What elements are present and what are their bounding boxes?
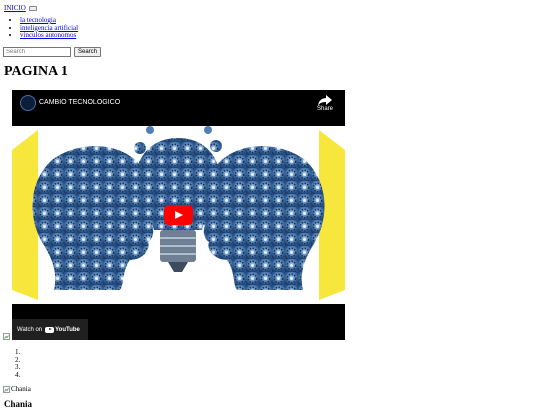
video-bottom-bar: Watch on YouTube <box>12 304 345 340</box>
navbar-brand-link[interactable]: INICIO <box>4 4 26 12</box>
share-label: Share <box>316 106 333 112</box>
navbar-toggle-button[interactable] <box>28 5 37 11</box>
page-title: PAGINA 1 <box>4 64 68 79</box>
carousel-indicators <box>12 349 22 379</box>
search-button[interactable]: Search <box>74 47 102 57</box>
youtube-video-embed[interactable]: CAMBIO TECNOLOGICO Share Watch on YouTub… <box>12 90 345 340</box>
nav-item-vinculos-autonomos: vinculos autonomos <box>20 31 78 40</box>
navbar: INICIO <box>4 3 37 13</box>
watch-on-youtube-button[interactable]: Watch on YouTube <box>12 319 88 340</box>
youtube-wordmark: YouTube <box>55 326 80 333</box>
search-form: Search <box>3 47 102 57</box>
video-title[interactable]: CAMBIO TECNOLOGICO <box>39 99 120 106</box>
nav-link-vinculos-autonomos[interactable]: vinculos autonomos <box>20 31 76 39</box>
youtube-icon <box>45 326 55 333</box>
nav-menu: la tecnologia inteligencia artificial vi… <box>10 16 78 40</box>
carousel-caption-heading: Chania <box>4 399 33 409</box>
search-input[interactable] <box>3 47 71 57</box>
watch-on-label: Watch on <box>17 326 43 333</box>
carousel-image-alt-text: Chania <box>11 385 31 393</box>
share-button[interactable]: Share <box>317 95 333 112</box>
broken-image-icon <box>3 385 10 393</box>
channel-avatar[interactable] <box>20 95 36 111</box>
broken-image-icon <box>3 333 10 340</box>
play-button[interactable] <box>164 205 193 225</box>
video-title-bar: CAMBIO TECNOLOGICO Share <box>12 90 345 126</box>
youtube-logo: YouTube <box>45 326 80 333</box>
share-icon <box>317 95 332 106</box>
carousel-image: Chania <box>3 385 31 393</box>
